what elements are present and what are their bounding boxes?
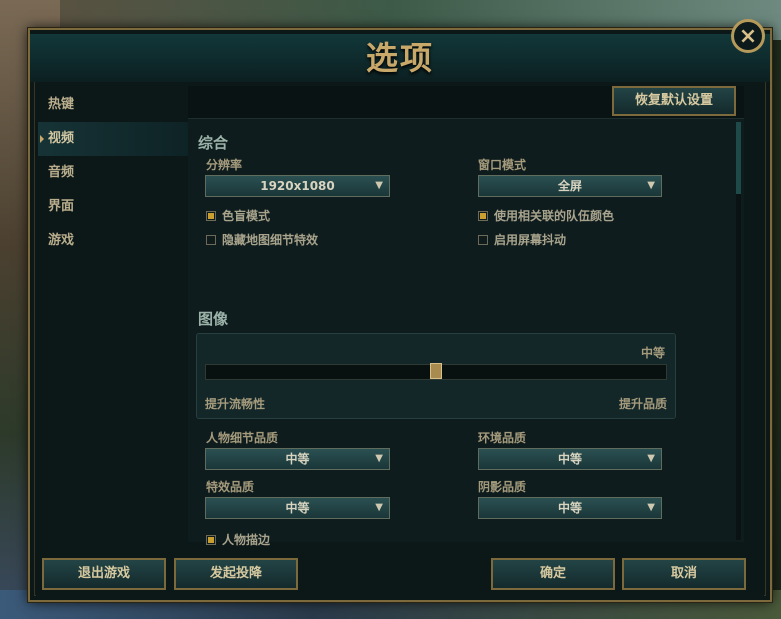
character-quality-value: 中等 — [285, 452, 310, 466]
checkbox-checked-icon — [206, 210, 216, 221]
scrollbar[interactable] — [736, 122, 741, 540]
section-heading-general: 综合 — [198, 134, 229, 152]
resolution-value: 1920x1080 — [260, 179, 335, 193]
section-heading-graphics: 图像 — [198, 310, 229, 328]
effects-quality-label: 特效品质 — [206, 480, 255, 494]
hide-map-detail-checkbox[interactable]: 隐藏地图细节特效 — [206, 231, 318, 248]
window-mode-label: 窗口模式 — [478, 158, 527, 172]
character-quality-select[interactable]: 中等 ▼ — [205, 448, 390, 470]
hide-map-detail-label: 隐藏地图细节特效 — [222, 233, 319, 247]
dropdown-arrow-icon: ▼ — [647, 453, 655, 464]
character-outline-checkbox[interactable]: 人物描边 — [206, 531, 270, 548]
resolution-label: 分辨率 — [206, 158, 243, 172]
confirm-button[interactable]: 确定 — [491, 558, 615, 590]
exit-game-button[interactable]: 退出游戏 — [42, 558, 166, 590]
shadow-quality-select[interactable]: 中等 ▼ — [478, 497, 662, 519]
screen-shake-label: 启用屏幕抖动 — [494, 233, 567, 247]
screen-shake-checkbox[interactable]: 启用屏幕抖动 — [478, 231, 566, 248]
window-mode-select[interactable]: 全屏 ▼ — [478, 175, 662, 197]
checkbox-checked-icon — [478, 210, 488, 221]
shadow-quality-value: 中等 — [557, 501, 582, 515]
team-colors-label: 使用相关联的队伍颜色 — [494, 209, 615, 223]
options-dialog: 选项 热键 视频 音频 界面 游戏 恢复默认设置 综合 分辨率 1920x108… — [28, 28, 772, 602]
effects-quality-value: 中等 — [285, 501, 310, 515]
video-settings-panel: 恢复默认设置 综合 分辨率 1920x1080 ▼ 窗口模式 全屏 ▼ 色盲模式… — [188, 86, 744, 547]
dropdown-arrow-icon: ▼ — [647, 502, 655, 513]
colorblind-label: 色盲模式 — [222, 209, 271, 223]
restore-defaults-button[interactable]: 恢复默认设置 — [612, 86, 736, 116]
graphics-quality-level: 中等 — [640, 346, 665, 360]
sidebar-item-interface[interactable]: 界面 — [38, 190, 188, 224]
sidebar-item-video[interactable]: 视频 — [38, 122, 188, 156]
slider-right-label: 提升品质 — [618, 397, 667, 411]
surrender-button[interactable]: 发起投降 — [174, 558, 298, 590]
slider-handle[interactable] — [430, 363, 442, 379]
graphics-quality-slider-card: 中等 提升流畅性 提升品质 — [196, 333, 676, 419]
sidebar-item-hotkeys[interactable]: 热键 — [38, 88, 188, 122]
slider-left-label: 提升流畅性 — [205, 397, 266, 411]
environment-quality-label: 环境品质 — [478, 431, 527, 445]
dropdown-arrow-icon: ▼ — [375, 502, 383, 513]
scrollbar-thumb[interactable] — [736, 122, 741, 194]
dropdown-arrow-icon: ▼ — [647, 180, 655, 191]
character-quality-label: 人物细节品质 — [206, 431, 279, 445]
sidebar-item-audio[interactable]: 音频 — [38, 156, 188, 190]
sidebar-item-game[interactable]: 游戏 — [38, 224, 188, 258]
dialog-footer: 退出游戏 发起投降 确定 取消 — [36, 548, 764, 596]
options-sidebar: 热键 视频 音频 界面 游戏 — [38, 88, 188, 258]
character-outline-label: 人物描边 — [222, 533, 271, 547]
dialog-title: 选项 — [30, 34, 770, 82]
close-icon[interactable]: × — [731, 19, 765, 53]
environment-quality-select[interactable]: 中等 ▼ — [478, 448, 662, 470]
window-mode-value: 全屏 — [557, 179, 582, 193]
effects-quality-select[interactable]: 中等 ▼ — [205, 497, 390, 519]
colorblind-checkbox[interactable]: 色盲模式 — [206, 207, 270, 224]
checkbox-checked-icon — [206, 534, 216, 545]
graphics-quality-slider[interactable] — [205, 363, 667, 380]
dropdown-arrow-icon: ▼ — [375, 453, 383, 464]
dropdown-arrow-icon: ▼ — [375, 180, 383, 191]
cancel-button[interactable]: 取消 — [622, 558, 746, 590]
checkbox-unchecked-icon — [206, 234, 216, 245]
checkbox-unchecked-icon — [478, 234, 488, 245]
environment-quality-value: 中等 — [557, 452, 582, 466]
team-colors-checkbox[interactable]: 使用相关联的队伍颜色 — [478, 207, 614, 224]
resolution-select[interactable]: 1920x1080 ▼ — [205, 175, 390, 197]
shadow-quality-label: 阴影品质 — [478, 480, 527, 494]
